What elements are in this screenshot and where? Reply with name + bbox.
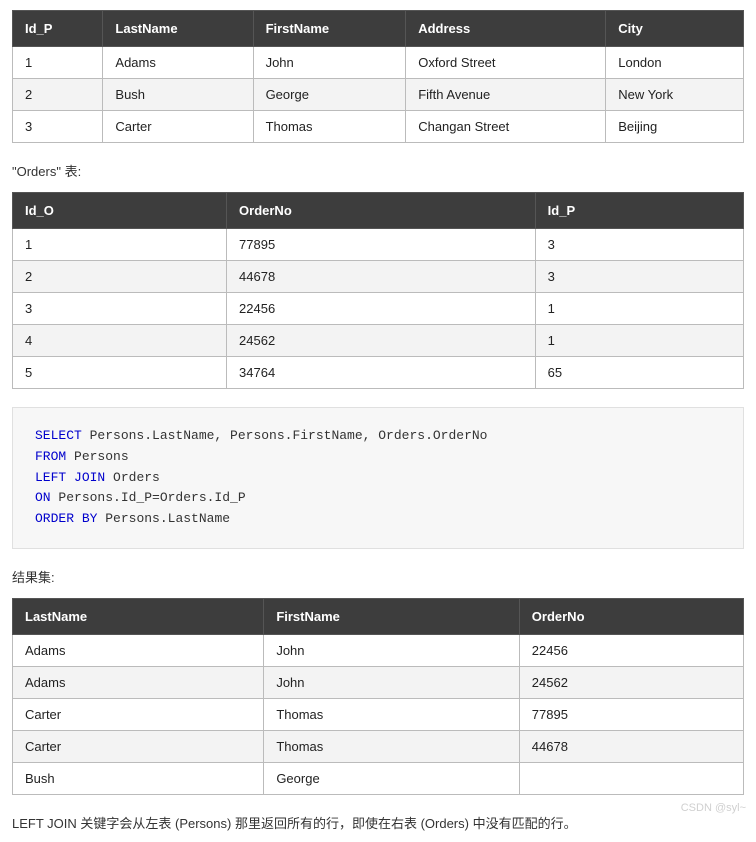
result-label: 结果集: <box>12 567 744 586</box>
table-cell: 3 <box>13 111 103 143</box>
table-header: FirstName <box>264 598 519 634</box>
table-header: Address <box>406 11 606 47</box>
table-row: BushGeorge <box>13 762 744 794</box>
table-cell: 1 <box>535 293 743 325</box>
table-cell: 22456 <box>519 634 743 666</box>
table-row: AdamsJohn22456 <box>13 634 744 666</box>
table-cell: 3 <box>535 229 743 261</box>
table-cell: Changan Street <box>406 111 606 143</box>
table-cell: 77895 <box>227 229 536 261</box>
orders-label: "Orders" 表: <box>12 161 744 180</box>
table-cell: 65 <box>535 357 743 389</box>
table-cell: 2 <box>13 79 103 111</box>
table-cell: Beijing <box>606 111 744 143</box>
table-row: 3CarterThomasChangan StreetBeijing <box>13 111 744 143</box>
table-cell: Thomas <box>264 730 519 762</box>
table-cell: Carter <box>103 111 253 143</box>
table-cell: Bush <box>103 79 253 111</box>
table-cell: Carter <box>13 698 264 730</box>
sql-keyword: ON <box>35 490 51 505</box>
table-row: AdamsJohn24562 <box>13 666 744 698</box>
table-cell: 3 <box>13 293 227 325</box>
table-header: LastName <box>13 598 264 634</box>
sql-keyword: ORDER <box>35 511 74 526</box>
table-cell: 34764 <box>227 357 536 389</box>
table-cell: 1 <box>13 47 103 79</box>
table-row: 3224561 <box>13 293 744 325</box>
table-row: CarterThomas77895 <box>13 698 744 730</box>
table-cell: John <box>253 47 406 79</box>
table-cell: 1 <box>535 325 743 357</box>
table-header: Id_P <box>13 11 103 47</box>
result-table: LastNameFirstNameOrderNo AdamsJohn22456A… <box>12 598 744 795</box>
table-cell: George <box>264 762 519 794</box>
sql-keyword: LEFT <box>35 470 66 485</box>
table-cell: John <box>264 634 519 666</box>
sql-code-block: SELECT Persons.LastName, Persons.FirstNa… <box>12 407 744 549</box>
table-cell: 77895 <box>519 698 743 730</box>
table-cell: Adams <box>13 666 264 698</box>
table-cell: Carter <box>13 730 264 762</box>
sql-keyword: SELECT <box>35 428 82 443</box>
table-row: 2446783 <box>13 261 744 293</box>
table-cell: 24562 <box>519 666 743 698</box>
footnote-text: LEFT JOIN 关键字会从左表 (Persons) 那里返回所有的行，即使在… <box>12 813 744 832</box>
table-row: CarterThomas44678 <box>13 730 744 762</box>
table-cell: New York <box>606 79 744 111</box>
sql-keyword: BY <box>82 511 98 526</box>
table-cell: Adams <box>103 47 253 79</box>
table-cell: 24562 <box>227 325 536 357</box>
table-header: Id_O <box>13 193 227 229</box>
table-cell: 44678 <box>227 261 536 293</box>
table-row: 53476465 <box>13 357 744 389</box>
table-header: OrderNo <box>519 598 743 634</box>
sql-keyword: FROM <box>35 449 66 464</box>
table-header: City <box>606 11 744 47</box>
table-cell: George <box>253 79 406 111</box>
table-header: LastName <box>103 11 253 47</box>
table-cell: London <box>606 47 744 79</box>
table-cell: 44678 <box>519 730 743 762</box>
table-cell: Oxford Street <box>406 47 606 79</box>
table-cell: 1 <box>13 229 227 261</box>
table-cell: Bush <box>13 762 264 794</box>
table-cell: 3 <box>535 261 743 293</box>
table-row: 1AdamsJohnOxford StreetLondon <box>13 47 744 79</box>
table-cell: John <box>264 666 519 698</box>
table-cell: 4 <box>13 325 227 357</box>
sql-keyword: JOIN <box>74 470 105 485</box>
table-row: 2BushGeorgeFifth AvenueNew York <box>13 79 744 111</box>
table-cell: Thomas <box>253 111 406 143</box>
table-cell: 2 <box>13 261 227 293</box>
table-cell: Adams <box>13 634 264 666</box>
table-cell <box>519 762 743 794</box>
table-cell: Thomas <box>264 698 519 730</box>
table-header: Id_P <box>535 193 743 229</box>
table-row: 1778953 <box>13 229 744 261</box>
orders-table: Id_OOrderNoId_P 177895324467833224561424… <box>12 192 744 389</box>
table-header: FirstName <box>253 11 406 47</box>
watermark-text: CSDN @syl~ <box>681 802 746 814</box>
table-cell: Fifth Avenue <box>406 79 606 111</box>
persons-table: Id_PLastNameFirstNameAddressCity 1AdamsJ… <box>12 10 744 143</box>
table-header: OrderNo <box>227 193 536 229</box>
table-cell: 22456 <box>227 293 536 325</box>
table-cell: 5 <box>13 357 227 389</box>
table-row: 4245621 <box>13 325 744 357</box>
